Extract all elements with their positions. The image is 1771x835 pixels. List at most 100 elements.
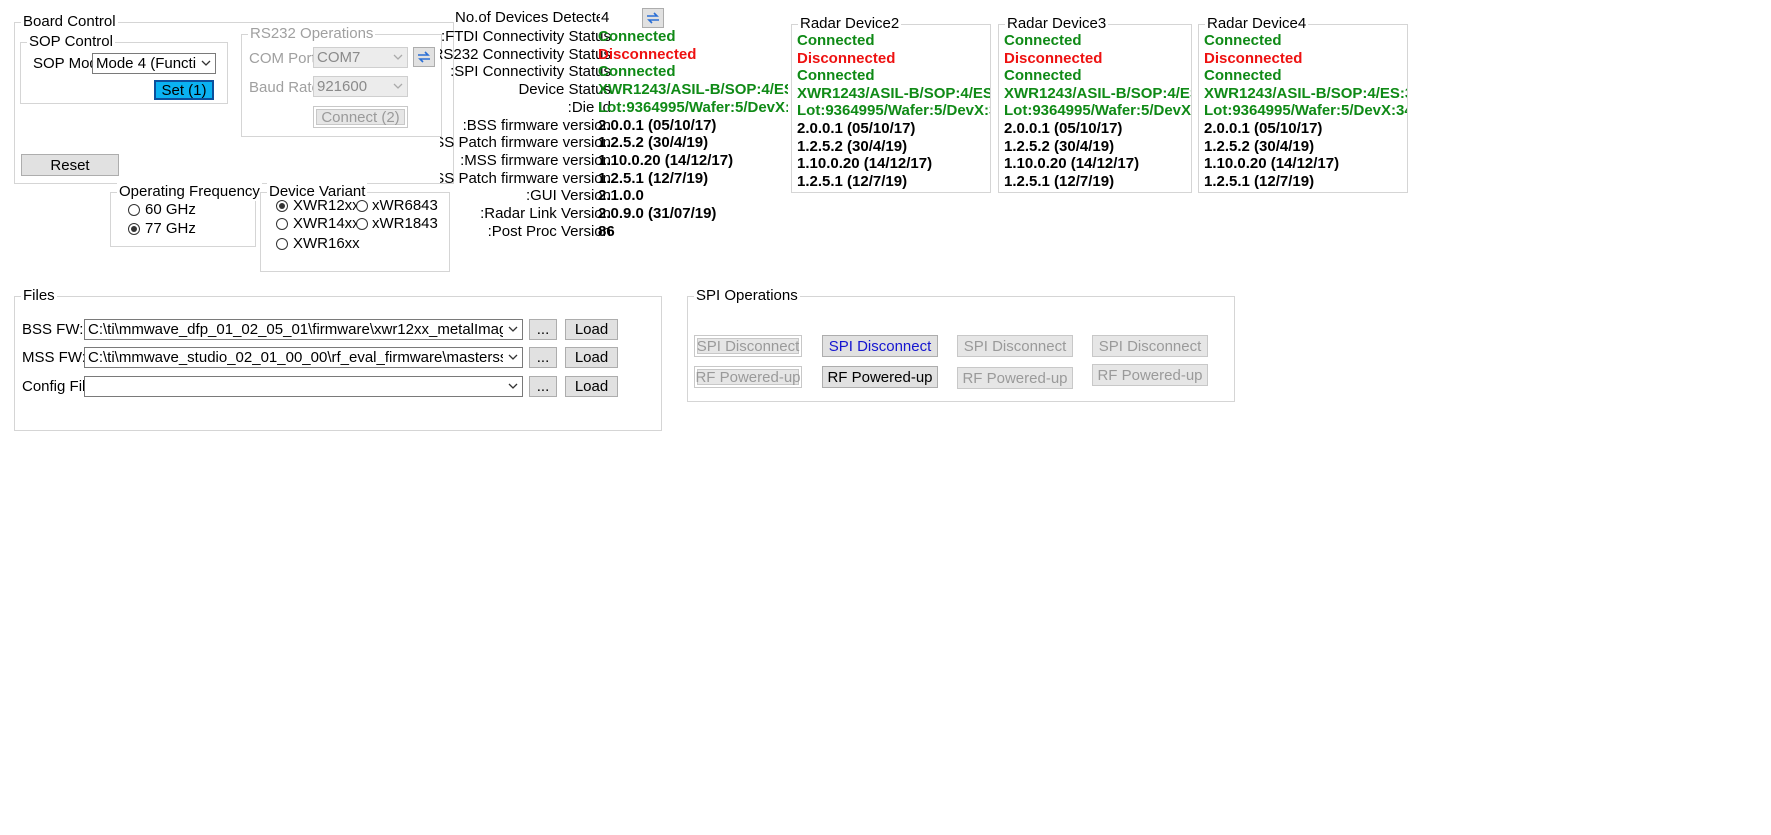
- chevron-down-icon: [508, 377, 518, 396]
- browse-button[interactable]: ...: [529, 376, 557, 397]
- chevron-down-icon: [508, 320, 518, 339]
- browse-button[interactable]: ...: [529, 347, 557, 368]
- load-button[interactable]: Load: [565, 376, 618, 397]
- board-control-title: Board Control: [21, 13, 118, 31]
- variant-xwr6843-radio[interactable]: [356, 200, 368, 212]
- status-label: Device Status: [518, 81, 611, 98]
- status-label: RS232 Connectivity Status:: [440, 46, 611, 63]
- variant-xwr12xx-radio[interactable]: [276, 200, 288, 212]
- spi-disconnect-button[interactable]: SPI Disconnect: [1092, 335, 1208, 357]
- radar-device-line: XWR1243/ASIL-B/SOP:4/ES:3: [1004, 85, 1191, 102]
- status-value: Connected: [598, 28, 676, 45]
- status-value: Disconnected: [598, 46, 697, 63]
- status-label: Die Id:: [567, 99, 611, 116]
- radar-device-line: Connected: [1004, 32, 1082, 49]
- radar-device-line: 1.2.5.1 (12/7/19): [1204, 173, 1315, 190]
- baud-rate-label: Baud Rate: [249, 79, 320, 96]
- sop-mode-select[interactable]: Mode 4 (Functional): [92, 53, 216, 74]
- reset-button[interactable]: Reset: [21, 154, 119, 176]
- radar-device-lines: Connected Disconnected Connected XWR1243/AS…: [999, 25, 1191, 192]
- refresh-icon: [647, 12, 659, 24]
- radar-device-line: Lot:9364995/Wafer:5/DevX:34/DevY:: [1004, 102, 1191, 119]
- radar-device-line: XWR1243/ASIL-B/SOP:4/ES:3: [1204, 85, 1407, 102]
- file-label: BSS FW:: [22, 321, 84, 338]
- status-label: FTDI Connectivity Status:: [440, 28, 611, 45]
- radar-device-line: XWR1243/ASIL-B/SOP:4/ES:3: [797, 85, 990, 102]
- radar-device-lines: Connected Disconnected Connected XWR1243/AS…: [1199, 25, 1407, 192]
- status-value: 2.0.9.0 (31/07/19): [598, 205, 717, 222]
- chevron-down-icon: [201, 54, 211, 73]
- connect-button[interactable]: Connect (2): [313, 106, 408, 128]
- spi-disconnect-button[interactable]: SPI Disconnect: [957, 335, 1073, 357]
- status-label: Radar Link Version:: [480, 205, 611, 222]
- spi-disconnect-button[interactable]: SPI Disconnect: [822, 335, 938, 357]
- status-label: BSS firmware version:: [462, 117, 611, 134]
- freq-77ghz-radio[interactable]: [128, 223, 140, 235]
- variant-xwr1843-radio[interactable]: [356, 218, 368, 230]
- num-devices-label: No.of Devices Detected: [455, 9, 600, 26]
- sop-control-title: SOP Control: [27, 33, 115, 51]
- status-label: MSS firmware version:: [460, 152, 611, 169]
- operating-frequency-title: Operating Frequency: [117, 183, 262, 201]
- radar-device-line: Connected: [797, 32, 875, 49]
- radar-device-line: 1.2.5.2 (30/4/19): [1004, 138, 1115, 155]
- status-value: 1.10.0.20 (14/12/17): [598, 152, 734, 169]
- status-label: SPI Connectivity Status:: [450, 63, 611, 80]
- status-value: 1.2.5.2 (30/4/19): [598, 134, 709, 151]
- rf-powered-up-button[interactable]: RF Powered-up: [1092, 364, 1208, 386]
- radar-device-line: 2.0.0.1 (05/10/17): [1004, 120, 1123, 137]
- freq-60ghz-label: 60 GHz: [145, 201, 196, 218]
- radar-device-line: 1.2.5.2 (30/4/19): [797, 138, 908, 155]
- variant-xwr14xx-label: XWR14xx: [293, 215, 360, 232]
- radar-device-line: 2.0.0.1 (05/10/17): [1204, 120, 1323, 137]
- status-value: 1.2.5.1 (12/7/19): [598, 170, 709, 187]
- sop-set-button[interactable]: Set (1): [154, 80, 214, 100]
- radar-device-line: Connected: [1004, 67, 1082, 84]
- rs232-operations-title: RS232 Operations: [248, 25, 376, 43]
- rf-powered-up-button[interactable]: RF Powered-up: [822, 366, 938, 388]
- file-path-select[interactable]: [84, 376, 523, 397]
- radar-device-line: 1.2.5.2 (30/4/19): [1204, 138, 1315, 155]
- radar-device-line: 1.2.5.1 (12/7/19): [1004, 173, 1115, 190]
- baud-rate-value: 921600: [317, 78, 368, 95]
- status-label: GUI Version:: [525, 187, 611, 204]
- rf-powered-up-button[interactable]: RF Powered-up: [694, 366, 802, 388]
- variant-xwr16xx-radio[interactable]: [276, 238, 288, 250]
- chevron-down-icon: [393, 77, 403, 96]
- com-port-label: COM Port: [249, 50, 316, 67]
- file-label: MSS FW:: [22, 349, 86, 366]
- load-button[interactable]: Load: [565, 319, 618, 340]
- com-port-select[interactable]: COM7: [313, 47, 408, 68]
- com-port-refresh-button[interactable]: [413, 47, 435, 67]
- baud-rate-select[interactable]: 921600: [313, 76, 408, 97]
- com-port-value: COM7: [317, 49, 361, 66]
- status-value: XWR1243/ASIL-B/SOP:4/ES:3: [598, 81, 788, 98]
- radar-device-lines: Connected Disconnected Connected XWR1243/AS…: [792, 25, 990, 192]
- devices-refresh-button[interactable]: [642, 8, 664, 28]
- radar-device-line: Connected: [1204, 32, 1282, 49]
- freq-77ghz-label: 77 GHz: [145, 220, 196, 237]
- status-value: Connected: [598, 63, 676, 80]
- radar-device-line: 1.2.5.1 (12/7/19): [797, 173, 908, 190]
- radar-device-line: Disconnected: [1004, 50, 1103, 67]
- freq-60ghz-radio[interactable]: [128, 204, 140, 216]
- spi-operations-title: SPI Operations: [694, 287, 800, 305]
- num-devices-value: 4: [601, 9, 610, 26]
- status-label: Post Proc Version:: [487, 223, 611, 240]
- variant-xwr16xx-label: XWR16xx: [293, 235, 360, 252]
- files-title: Files: [21, 287, 57, 305]
- refresh-icon: [418, 51, 430, 63]
- status-label: BSS Patch firmware version:: [440, 134, 611, 151]
- variant-xwr1843-label: xWR1843: [372, 215, 438, 232]
- status-label: MSS Patch firmware version:: [440, 170, 611, 187]
- variant-xwr14xx-radio[interactable]: [276, 218, 288, 230]
- file-path-select[interactable]: C:\ti\mmwave_studio_02_01_00_00\rf_eval_…: [84, 347, 523, 368]
- radar-device-line: 2.0.0.1 (05/10/17): [797, 120, 916, 137]
- file-path-select[interactable]: C:\ti\mmwave_dfp_01_02_05_01\firmware\xw…: [84, 319, 523, 340]
- status-value: 2.0.0.1 (05/10/17): [598, 117, 717, 134]
- browse-button[interactable]: ...: [529, 319, 557, 340]
- load-button[interactable]: Load: [565, 347, 618, 368]
- rf-powered-up-button[interactable]: RF Powered-up: [957, 367, 1073, 389]
- spi-disconnect-button[interactable]: SPI Disconnect: [694, 335, 802, 357]
- radar-device-line: 1.10.0.20 (14/12/17): [1004, 155, 1140, 172]
